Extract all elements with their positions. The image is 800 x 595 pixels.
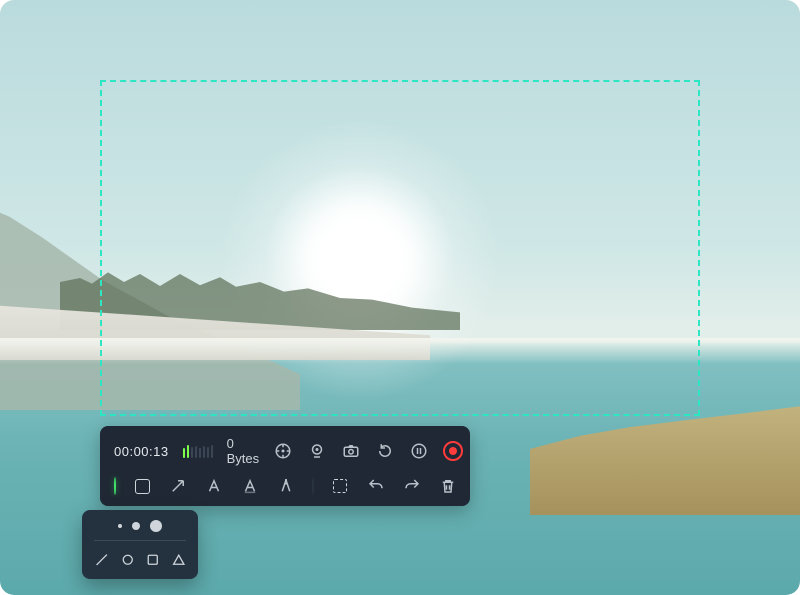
webcam-button[interactable] bbox=[307, 441, 327, 461]
color-swatch-secondary[interactable] bbox=[312, 477, 314, 495]
scenery-horizon bbox=[0, 338, 800, 364]
pen-tool[interactable] bbox=[276, 476, 296, 496]
trash-icon bbox=[439, 477, 457, 495]
reset-button[interactable] bbox=[375, 441, 395, 461]
shape-square[interactable] bbox=[145, 551, 161, 569]
audio-level-meter bbox=[183, 444, 213, 458]
reset-icon bbox=[376, 442, 394, 460]
rectangle-tool[interactable] bbox=[132, 476, 152, 496]
screenshot-button[interactable] bbox=[341, 441, 361, 461]
color-swatch-primary[interactable] bbox=[114, 477, 116, 495]
redo-button[interactable] bbox=[402, 476, 422, 496]
target-icon bbox=[274, 442, 292, 460]
triangle-icon bbox=[171, 552, 187, 568]
stroke-size-small[interactable] bbox=[118, 524, 122, 528]
pause-icon bbox=[410, 442, 428, 460]
annotation-tools-row bbox=[114, 476, 458, 496]
dashed-square-icon bbox=[333, 479, 347, 493]
desktop-background: 00:00:13 0 Bytes bbox=[0, 0, 800, 595]
cursor-highlight-button[interactable] bbox=[273, 441, 293, 461]
stroke-size-large[interactable] bbox=[150, 520, 162, 532]
recorder-toolbar: 00:00:13 0 Bytes bbox=[100, 426, 470, 506]
redo-icon bbox=[403, 477, 421, 495]
compass-icon bbox=[277, 477, 295, 495]
shape-line[interactable] bbox=[94, 551, 110, 569]
circle-icon bbox=[120, 552, 136, 568]
undo-icon bbox=[367, 477, 385, 495]
recorder-status-row: 00:00:13 0 Bytes bbox=[114, 436, 458, 466]
elapsed-time: 00:00:13 bbox=[114, 444, 169, 459]
record-icon bbox=[443, 441, 463, 461]
camera-icon bbox=[342, 442, 360, 460]
text-tool[interactable] bbox=[204, 476, 224, 496]
square-outline-icon bbox=[145, 552, 161, 568]
stroke-shape-popover bbox=[82, 510, 198, 579]
undo-button[interactable] bbox=[366, 476, 386, 496]
webcam-icon bbox=[308, 442, 326, 460]
line-icon bbox=[94, 552, 110, 568]
text-a-icon bbox=[205, 477, 223, 495]
shape-picker-row bbox=[94, 541, 186, 569]
pause-button[interactable] bbox=[409, 441, 429, 461]
delete-button[interactable] bbox=[438, 476, 458, 496]
highlighter-a-icon bbox=[241, 477, 259, 495]
highlighter-tool[interactable] bbox=[240, 476, 260, 496]
scenery-grass bbox=[530, 405, 800, 515]
record-button[interactable] bbox=[443, 441, 463, 461]
stroke-size-medium[interactable] bbox=[132, 522, 140, 530]
file-size: 0 Bytes bbox=[227, 436, 260, 466]
arrow-tool[interactable] bbox=[168, 476, 188, 496]
marquee-tool[interactable] bbox=[330, 476, 350, 496]
arrow-icon bbox=[169, 477, 187, 495]
square-icon bbox=[135, 479, 150, 494]
shape-triangle[interactable] bbox=[171, 551, 187, 569]
shape-circle[interactable] bbox=[120, 551, 136, 569]
stroke-size-row bbox=[94, 520, 186, 541]
